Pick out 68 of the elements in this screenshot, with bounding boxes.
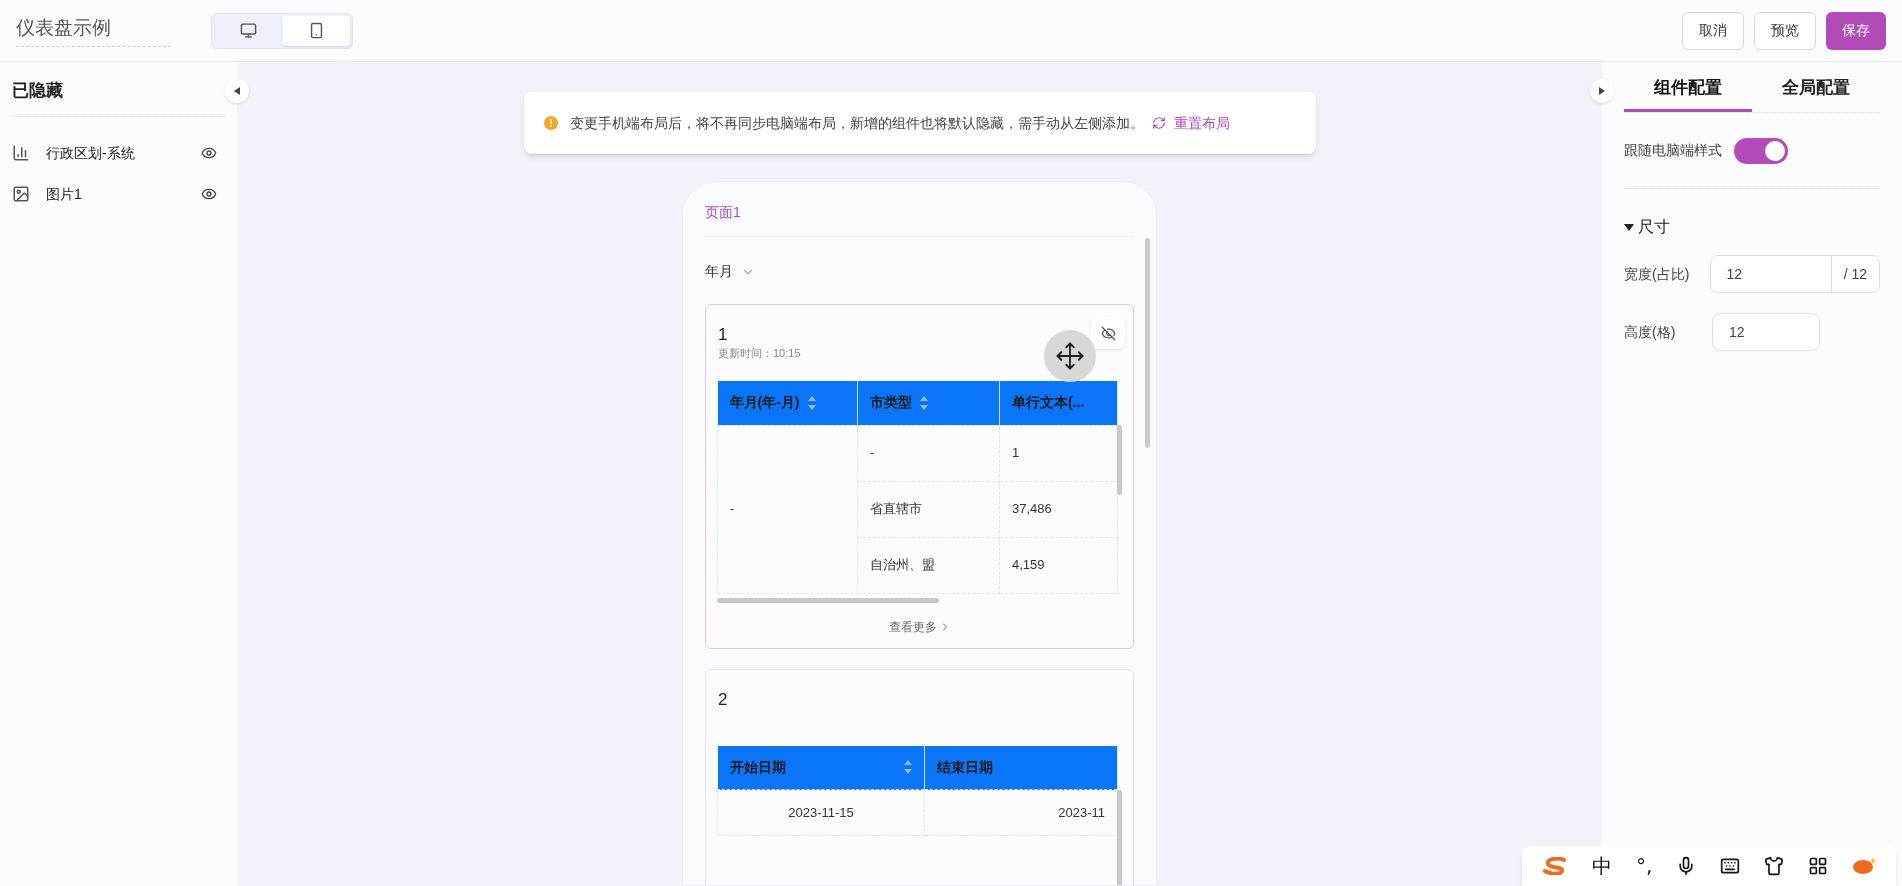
column-header[interactable]: 年月(年-月)	[717, 381, 858, 425]
save-button[interactable]: 保存	[1826, 11, 1886, 50]
item-label: 图片1	[46, 184, 82, 204]
grid-icon[interactable]	[1808, 856, 1829, 876]
column-header[interactable]: 结束日期	[924, 745, 1118, 790]
device-tab[interactable]	[282, 15, 350, 46]
card-title: 2	[718, 689, 728, 710]
monitor-icon	[239, 22, 257, 39]
eye-icon[interactable]	[201, 186, 217, 202]
field-label: 宽度(占比)	[1624, 264, 1691, 284]
toggle-label: 跟随电脑端样式	[1624, 141, 1722, 160]
width-field[interactable]: 12 / 12	[1709, 255, 1880, 293]
year-month-filter[interactable]: 年月	[705, 261, 755, 282]
caret-left-icon	[234, 87, 240, 95]
column-header[interactable]: 市类型	[857, 381, 1000, 425]
chart-icon	[12, 144, 30, 162]
mascot-icon[interactable]	[1852, 856, 1876, 876]
column-label: 年月(年-月)	[729, 393, 800, 413]
config-tab[interactable]: 全局配置	[1752, 66, 1880, 112]
page-tab[interactable]: 页面1	[705, 182, 1134, 237]
column-label: 单行文本(...	[1012, 393, 1085, 413]
vertical-scrollbar[interactable]	[1117, 425, 1122, 495]
size-section-header[interactable]: 尺寸	[1624, 215, 1670, 239]
input-method-logo-icon	[1541, 857, 1568, 875]
dashboard-title[interactable]: 仪表盘示例	[16, 13, 171, 48]
table-cell: 自治州、盟	[857, 537, 1000, 593]
field-value: 12	[1725, 264, 1744, 284]
follow-desktop-toggle[interactable]	[1734, 137, 1788, 164]
config-tab[interactable]: 组件配置	[1624, 66, 1752, 112]
warning-icon	[543, 116, 558, 130]
toolbar-button[interactable]: 取消	[1682, 11, 1744, 50]
field-suffix: / 12	[1830, 256, 1879, 292]
image-icon	[12, 185, 30, 203]
toolbar-button[interactable]: 预览	[1754, 11, 1816, 50]
expand-button[interactable]	[1590, 79, 1614, 103]
horizontal-scrollbar[interactable]	[717, 597, 939, 603]
column-label: 市类型	[870, 393, 912, 413]
reset-layout-link[interactable]: 重置布局	[1151, 112, 1230, 134]
caret-icon	[1624, 223, 1634, 231]
item-label: 行政区划-系统	[46, 143, 135, 163]
page-scrollbar[interactable]	[1145, 238, 1150, 448]
notice-text: 变更手机端布局后，将不再同步电脑端布局，新增的组件也将默认隐藏，需手动从左侧添加。	[569, 113, 1144, 133]
collapse-button[interactable]	[225, 79, 249, 103]
column-label: 结束日期	[937, 757, 993, 777]
eye-off-icon	[1100, 325, 1116, 341]
update-time: 更新时间：10:15	[718, 346, 802, 361]
eye-icon[interactable]	[201, 145, 217, 161]
table-cell: 2023-11-15	[717, 789, 925, 836]
table-cell: 省直辖市	[857, 481, 1000, 537]
refresh-icon	[1151, 116, 1166, 130]
view-more-link[interactable]: 查看更多	[888, 605, 951, 648]
keyboard-icon[interactable]	[1720, 856, 1741, 876]
table-cell: -	[857, 425, 1000, 481]
height-field[interactable]: 12	[1712, 313, 1820, 351]
panel-title: 已隐藏	[12, 78, 225, 117]
table-cell: -	[717, 425, 858, 593]
column-header[interactable]: 开始日期	[717, 745, 925, 790]
hidden-item[interactable]: 行政区划-系统	[12, 132, 225, 174]
caret-right-icon	[1599, 87, 1605, 95]
table-cell: 4,159	[999, 537, 1118, 593]
hide-button[interactable]	[1091, 317, 1125, 349]
ime-mode[interactable]: 中	[1591, 851, 1612, 881]
ime-mode[interactable]: °,	[1635, 851, 1653, 881]
card-title: 1	[718, 325, 728, 345]
column-label: 开始日期	[729, 757, 786, 777]
hidden-item[interactable]: 图片1	[12, 173, 225, 215]
shirt-icon[interactable]	[1764, 856, 1785, 876]
field-label: 高度(格)	[1624, 322, 1677, 342]
